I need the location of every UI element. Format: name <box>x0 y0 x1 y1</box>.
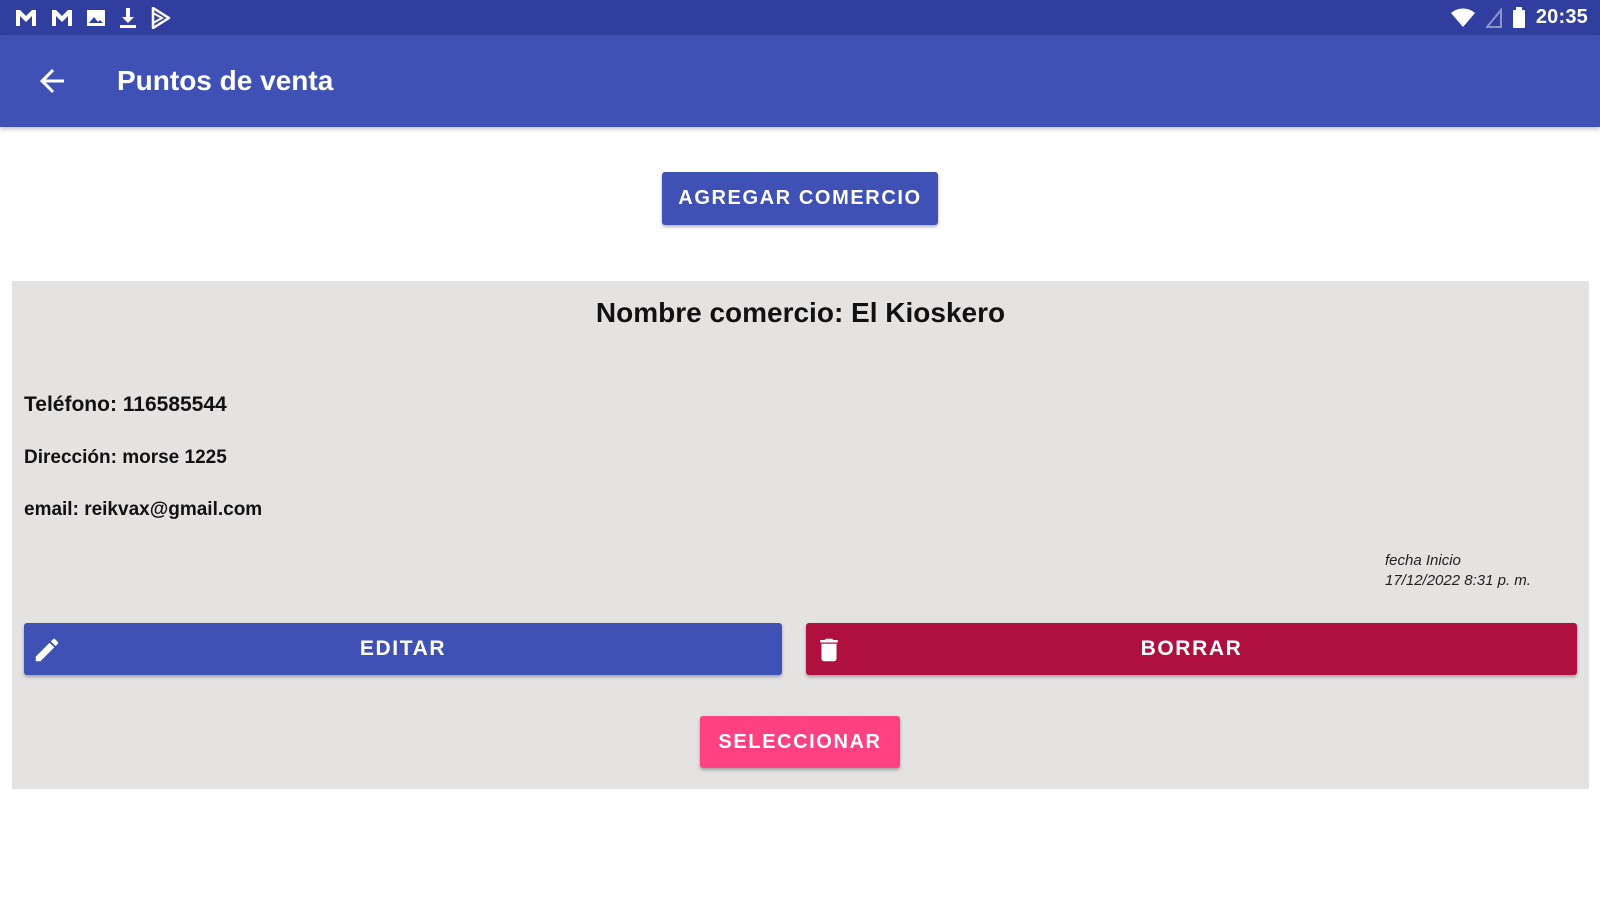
status-time: 20:35 <box>1535 6 1588 28</box>
arrow-back-icon <box>40 69 64 93</box>
app-bar: Puntos de venta <box>0 35 1600 127</box>
system-icons: 20:35 <box>1450 6 1588 29</box>
battery-icon <box>1512 6 1525 28</box>
store-email: email: reikvax@gmail.com <box>24 499 263 520</box>
notification-icons <box>14 7 172 29</box>
trash-icon <box>820 638 838 662</box>
pencil-icon <box>35 638 59 662</box>
add-store-button[interactable]: AGREGAR COMERCIO <box>662 172 938 225</box>
edit-button-label: EDITAR <box>359 637 447 660</box>
image-icon <box>87 10 105 26</box>
edit-button[interactable]: EDITAR <box>24 623 782 675</box>
store-address: Dirección: morse 1225 <box>24 447 227 468</box>
store-name: Nombre comercio: El Kioskero <box>595 297 1006 328</box>
page-title: Puntos de venta <box>117 65 334 96</box>
back-button[interactable] <box>34 63 70 99</box>
select-button[interactable]: SELECCIONAR <box>700 716 900 768</box>
store-card: Nombre comercio: El Kioskero Teléfono: 1… <box>12 281 1589 789</box>
gmail-icon <box>52 10 72 26</box>
delete-button-label: BORRAR <box>1140 637 1243 660</box>
delete-button[interactable]: BORRAR <box>806 623 1577 675</box>
no-signal-icon <box>1485 7 1502 28</box>
store-phone: Teléfono: 116585544 <box>24 393 227 416</box>
download-icon <box>120 8 136 28</box>
play-store-icon <box>151 7 171 29</box>
start-date-value: 17/12/2022 8:31 p. m. <box>1385 572 1531 589</box>
wifi-icon <box>1450 8 1475 27</box>
gmail-icon <box>16 10 36 26</box>
start-date-label: fecha Inicio <box>1385 552 1461 569</box>
start-date: fecha Inicio 17/12/2022 8:31 p. m. <box>1385 551 1565 591</box>
status-bar: 20:35 <box>0 0 1600 35</box>
